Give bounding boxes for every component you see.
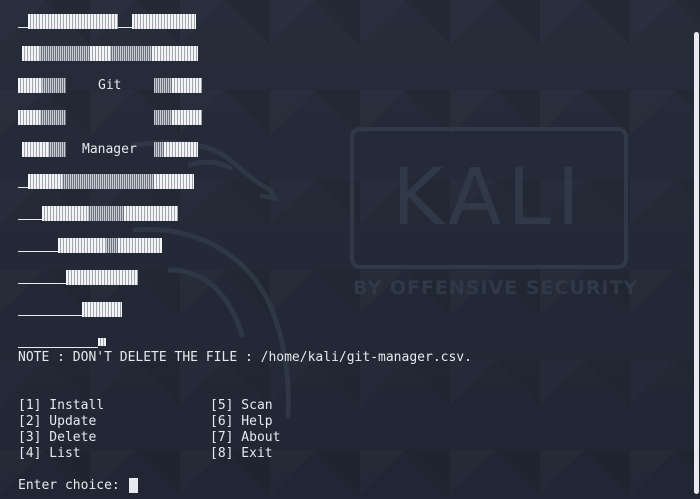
note-text: NOTE : DON'T DELETE THE FILE : /home/kal… [18, 350, 472, 365]
banner-row [18, 14, 196, 29]
banner-row [18, 302, 122, 317]
menu-item-exit: [8] Exit [210, 446, 273, 461]
banner-row [18, 110, 202, 125]
menu-item-about: [7] About [210, 430, 281, 445]
menu-item-scan: [5] Scan [210, 398, 273, 413]
scrollbar-track[interactable] [692, 0, 700, 499]
banner-row [18, 334, 106, 349]
kali-tagline: BY OFFENSIVE SECURITY [353, 277, 639, 299]
menu-item-delete: [3] Delete [18, 430, 97, 445]
scrollbar-thumb[interactable] [694, 32, 699, 494]
menu-item-list: [4] List [18, 446, 81, 461]
banner-row [18, 206, 178, 221]
menu-item-install: [1] Install [18, 398, 105, 413]
kali-dragon-icon [132, 140, 291, 418]
menu-item-update: [2] Update [18, 414, 97, 429]
banner-word-manager: Manager [82, 142, 137, 157]
terminal-window[interactable]: KALI BY OFFENSIVE SECURITY Git Manager N… [0, 0, 700, 499]
choice-prompt[interactable]: Enter choice: [18, 478, 128, 494]
banner-word-git: Git [98, 78, 122, 93]
banner-row [18, 238, 162, 253]
menu-item-help: [6] Help [210, 414, 273, 429]
banner-row [22, 46, 198, 61]
banner-row [18, 270, 138, 285]
banner-row [18, 174, 194, 189]
kali-logo-text: KALI [392, 153, 586, 243]
kali-logo: KALI [350, 127, 628, 269]
text-cursor [129, 478, 138, 493]
